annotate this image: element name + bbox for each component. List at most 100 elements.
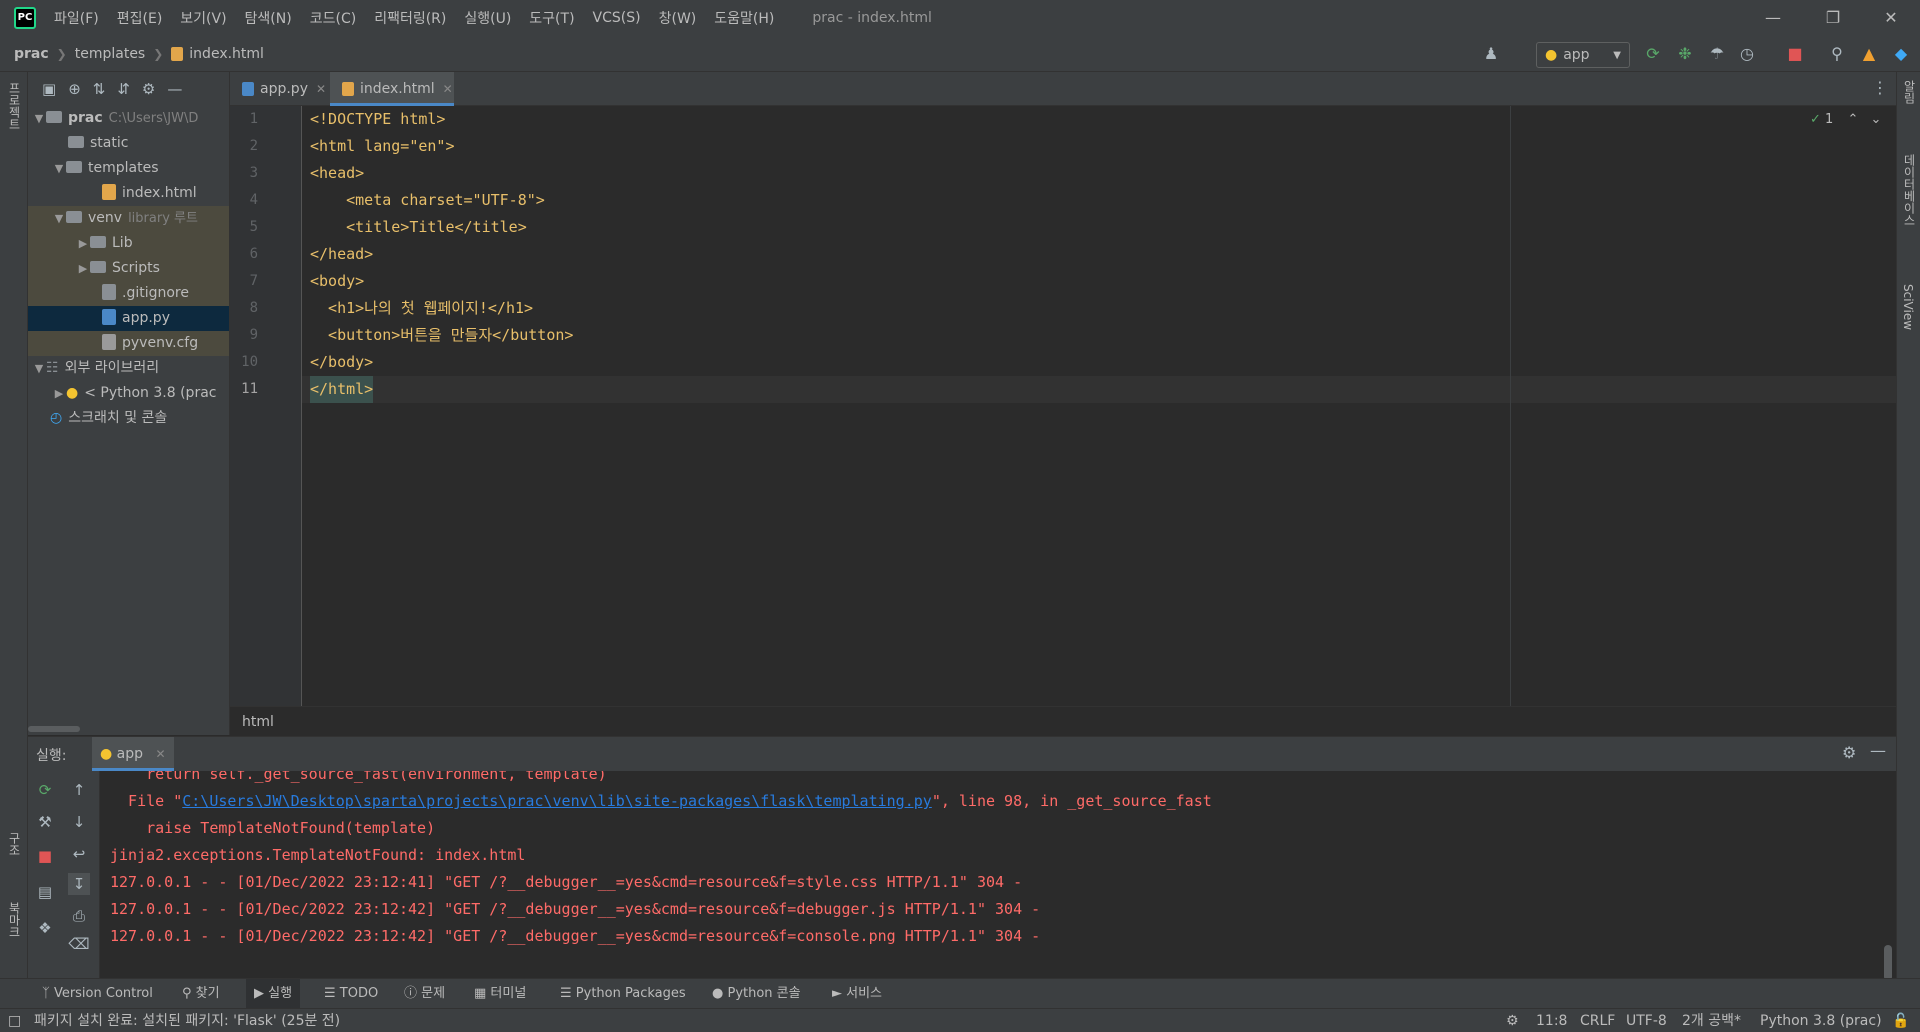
chevron-up-icon[interactable]: ⌃ — [1847, 112, 1858, 127]
wrench-icon[interactable]: ⚒ — [34, 811, 56, 833]
tree-item-pyvenv-cfg[interactable]: pyvenv.cfg — [28, 331, 229, 356]
toolwin-python-packages[interactable]: ☰ Python Packages — [560, 979, 686, 1009]
notifications-tool-label[interactable]: 알림 — [1901, 80, 1918, 104]
tree-item-scripts[interactable]: ▶ Scripts — [28, 256, 229, 281]
tree-item-index-html[interactable]: index.html — [28, 181, 229, 206]
toolwin-services[interactable]: ► 서비스 — [832, 979, 882, 1009]
jetbrains-toolbox-icon[interactable]: ◆ — [1890, 43, 1912, 65]
more-tabs-icon[interactable]: ⋮ — [1872, 78, 1888, 97]
code-editor[interactable]: <!DOCTYPE html> <html lang="en"> <head> … — [302, 106, 1896, 706]
hide-panel-icon[interactable]: — — [167, 80, 182, 98]
code-line[interactable]: <button>버튼을 만들자</button> — [310, 322, 573, 349]
update-icon[interactable]: ▲ — [1858, 43, 1880, 65]
profile-icon[interactable]: ◷ — [1736, 43, 1758, 65]
tree-item-static[interactable]: static — [28, 131, 229, 156]
horizontal-scrollbar[interactable] — [28, 726, 80, 732]
minimize-icon[interactable]: — — [1744, 0, 1802, 36]
menu-vcs[interactable]: VCS(S) — [593, 10, 641, 26]
panel-toggle-icon[interactable]: □ — [8, 1009, 21, 1032]
toolwin-version-control[interactable]: ᛉ Version Control — [42, 979, 153, 1009]
editor-breadcrumb[interactable]: html — [230, 706, 1896, 736]
sciview-tool-label[interactable]: SciView — [1901, 284, 1915, 330]
code-line[interactable]: </html> — [310, 376, 374, 403]
chevron-down-icon[interactable]: ⌄ — [1871, 112, 1882, 127]
code-line[interactable]: <body> — [310, 268, 364, 295]
restore-icon[interactable]: ❐ — [1804, 0, 1862, 36]
code-line[interactable]: </body> — [310, 349, 373, 376]
close-icon[interactable]: ✕ — [316, 82, 326, 96]
structure-tool-label[interactable]: 구조 — [6, 832, 23, 856]
expand-all-icon[interactable]: ⇅ — [93, 80, 106, 98]
code-line[interactable]: <title>Title</title> — [310, 214, 527, 241]
menu-help[interactable]: 도움말(H) — [714, 8, 774, 28]
bookmarks-tool-label[interactable]: 북마크 — [6, 902, 23, 938]
tree-item-external-libraries[interactable]: ▼ ☷ 외부 라이브러리 — [28, 356, 229, 381]
collapse-all-icon[interactable]: ⇵ — [117, 80, 130, 98]
menu-view[interactable]: 보기(V) — [180, 8, 226, 28]
debug-icon[interactable]: ❉ — [1674, 43, 1696, 65]
file-encoding[interactable]: UTF-8 — [1626, 1009, 1667, 1032]
gear-icon[interactable]: ⚙ — [142, 80, 155, 98]
toolwin-terminal[interactable]: ▦ 터미널 — [474, 979, 526, 1009]
hide-panel-icon[interactable]: — — [1870, 741, 1886, 760]
stop-icon[interactable]: ■ — [1784, 43, 1806, 65]
caret-position[interactable]: 11:8 — [1536, 1009, 1567, 1032]
run-tab-app[interactable]: ● app ✕ — [92, 737, 174, 771]
vertical-scrollbar[interactable] — [1884, 945, 1892, 981]
breadcrumb-project[interactable]: prac — [14, 46, 49, 62]
toolwin-run[interactable]: ▶ 실행 — [246, 979, 301, 1009]
menu-run[interactable]: 실행(U) — [464, 8, 511, 28]
inspection-widget[interactable]: ✓ 1 ⌃ ⌄ — [1810, 112, 1881, 127]
gear-icon[interactable]: ⚙ — [1842, 743, 1856, 762]
toolwin-problems[interactable]: ⓘ 문제 — [404, 979, 445, 1009]
search-icon[interactable]: ⚲ — [1826, 43, 1848, 65]
run-config-selector[interactable]: ● app ▼ — [1536, 42, 1630, 68]
menu-tools[interactable]: 도구(T) — [529, 8, 574, 28]
tab-index-html[interactable]: index.html ✕ — [330, 72, 454, 106]
user-icon[interactable]: ♟ — [1480, 43, 1502, 65]
tab-app-py[interactable]: app.py ✕ — [230, 72, 330, 106]
pin-icon[interactable]: ❖ — [34, 917, 56, 939]
soft-wrap-icon[interactable]: ↩ — [68, 843, 90, 865]
print-icon[interactable]: ⎙ — [68, 905, 90, 927]
scroll-to-end-icon[interactable]: ↧ — [68, 873, 90, 895]
menu-navigate[interactable]: 탐색(N) — [245, 8, 292, 28]
toolwin-todo[interactable]: ☰ TODO — [324, 979, 378, 1009]
line-separator[interactable]: CRLF — [1580, 1009, 1615, 1032]
tree-item-venv[interactable]: ▼ venv library 루트 — [28, 206, 229, 231]
locate-file-icon[interactable]: ⊕ — [68, 80, 81, 98]
code-line[interactable]: <html lang="en"> — [310, 133, 455, 160]
status-message[interactable]: 패키지 설치 완료: 설치된 패키지: 'Flask' (25분 전) — [34, 1009, 340, 1032]
project-tool-label[interactable]: 프로젝트 — [6, 82, 23, 130]
arrow-up-icon[interactable]: ↑ — [68, 779, 90, 801]
breadcrumb-file[interactable]: index.html — [189, 46, 264, 62]
tree-item-templates[interactable]: ▼ templates — [28, 156, 229, 181]
arrow-down-icon[interactable]: ↓ — [68, 811, 90, 833]
code-line[interactable]: <head> — [310, 160, 364, 187]
console-file-link[interactable]: C:\Users\JW\Desktop\sparta\projects\prac… — [182, 792, 932, 810]
lock-icon[interactable]: 🔓 — [1892, 1009, 1909, 1032]
menu-window[interactable]: 창(W) — [659, 8, 697, 28]
database-tool-label[interactable]: 데이터베이스 — [1901, 154, 1918, 226]
settings-sync-icon[interactable]: ⚙ — [1506, 1009, 1519, 1032]
tree-item-app-py[interactable]: app.py — [28, 306, 229, 331]
indent-setting[interactable]: 2개 공백* — [1682, 1009, 1741, 1032]
close-icon[interactable]: ✕ — [155, 747, 165, 761]
toolwin-python-console[interactable]: ● Python 콘솔 — [712, 979, 801, 1009]
tree-item-prac[interactable]: ▼ prac C:\Users\JW\D — [28, 106, 229, 131]
code-line[interactable]: <meta charset="UTF-8"> — [310, 187, 545, 214]
console-output[interactable]: return self._get_source_fast(environment… — [110, 771, 1870, 991]
stop-icon[interactable]: ■ — [34, 845, 56, 867]
tree-item-lib[interactable]: ▶ Lib — [28, 231, 229, 256]
code-line[interactable]: <h1>나의 첫 웹페이지!</h1> — [310, 295, 533, 322]
coverage-icon[interactable]: ☂ — [1706, 43, 1728, 65]
menu-edit[interactable]: 편집(E) — [117, 8, 163, 28]
tree-item-python-sdk[interactable]: ▶ ● < Python 3.8 (prac — [28, 381, 229, 406]
trash-icon[interactable]: ⌫ — [68, 933, 90, 955]
breadcrumb-folder[interactable]: templates — [75, 46, 146, 62]
toolwin-find[interactable]: ⚲ 찾기 — [182, 979, 220, 1009]
close-window-icon[interactable]: ✕ — [1862, 0, 1920, 36]
menu-code[interactable]: 코드(C) — [310, 8, 356, 28]
tree-item-scratches[interactable]: ◴ 스크래치 및 콘솔 — [28, 406, 229, 431]
project-view-icon[interactable]: ▣ — [42, 80, 56, 98]
